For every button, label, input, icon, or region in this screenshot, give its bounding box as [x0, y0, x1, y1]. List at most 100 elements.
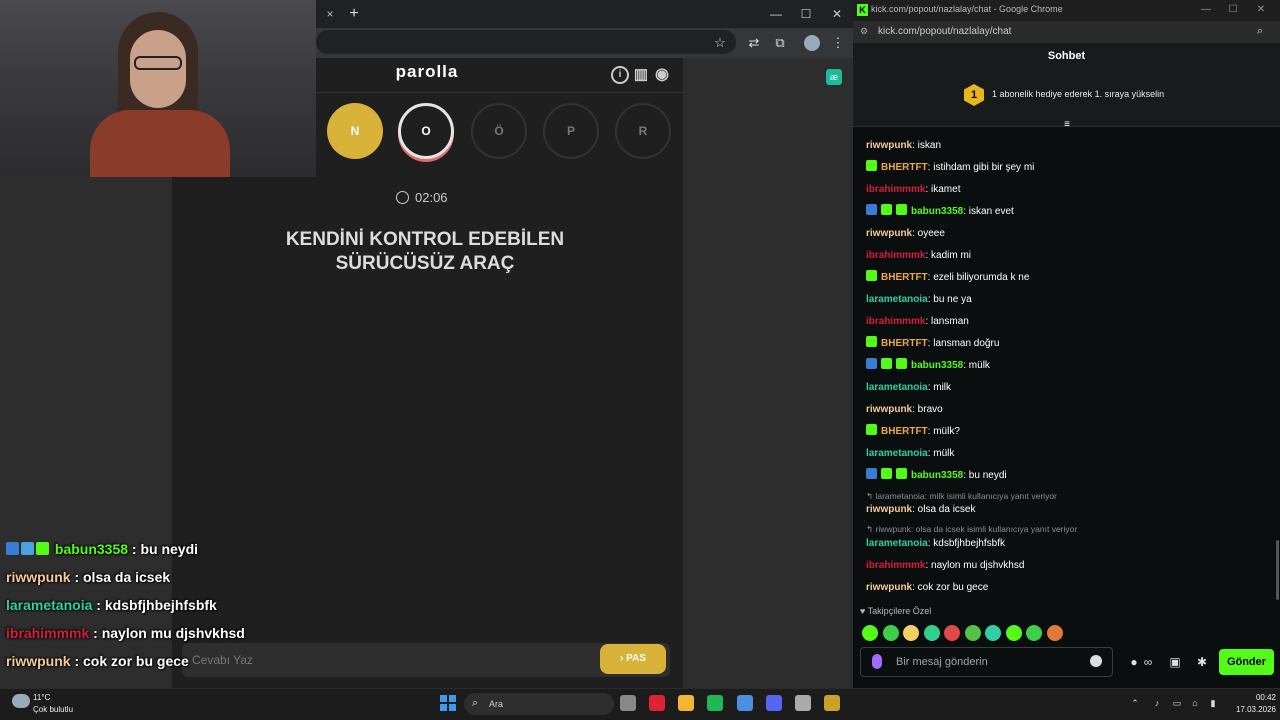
profile-avatar-icon[interactable] — [804, 35, 820, 51]
chat-username[interactable]: ibrahimmmk — [866, 316, 925, 327]
taskbar-search[interactable] — [464, 693, 614, 715]
chat-username[interactable]: larametanoia — [866, 448, 928, 459]
stats-icon[interactable]: ▥ — [632, 66, 650, 84]
microphone-icon[interactable] — [872, 654, 882, 669]
emote-icon[interactable] — [1026, 625, 1042, 641]
taskbar-app-icon[interactable] — [737, 695, 753, 711]
chat-username[interactable]: larametanoia — [866, 294, 928, 305]
emote-icon[interactable] — [882, 625, 899, 641]
chat-settings-icon[interactable]: ✱ — [1194, 654, 1210, 670]
chat-username[interactable]: BHERTFT — [881, 338, 928, 349]
chat-text: : ezeli biliyorumda k ne — [927, 272, 1030, 283]
minimize-button[interactable]: — — [762, 4, 790, 24]
chat-message: larametanoia: mülk — [866, 445, 954, 463]
site-info-icon[interactable]: ⚙ — [860, 26, 872, 38]
chat-username[interactable]: ibrahimmmk — [866, 184, 925, 195]
new-tab-button[interactable]: + — [344, 4, 364, 24]
overlay-username: ibrahimmmk — [6, 625, 90, 641]
info-icon[interactable]: i — [611, 66, 629, 84]
network-tray-icon[interactable]: ⌂ — [1188, 697, 1202, 709]
emoji-picker-icon[interactable] — [1090, 655, 1102, 667]
overlay-text: : naylon mu djshvkhsd — [89, 625, 245, 641]
display-tray-icon[interactable]: ▭ — [1170, 697, 1184, 709]
chat-message: riwwpunk: cok zor bu gece — [866, 579, 988, 597]
start-tile — [440, 695, 447, 702]
collapse-pinned-icon[interactable]: ≡ — [1060, 119, 1074, 131]
chat-username[interactable]: larametanoia — [866, 538, 928, 549]
store-icon[interactable]: ▣ — [1167, 654, 1183, 670]
chat-username[interactable]: riwwpunk — [866, 140, 912, 151]
chat-message: riwwpunk: oyeee — [866, 225, 945, 243]
taskbar-search-label[interactable]: Ara — [489, 699, 503, 709]
pass-button[interactable]: › PAS — [600, 644, 666, 674]
chat-maximize-button[interactable]: ☐ — [1223, 3, 1243, 17]
taskbar-app-icon[interactable] — [824, 695, 840, 711]
taskbar-app-icon[interactable] — [649, 695, 665, 711]
bookmark-star-icon[interactable]: ☆ — [710, 33, 730, 53]
chat-username[interactable]: ibrahimmmk — [866, 250, 925, 261]
address-bar[interactable] — [316, 30, 736, 54]
emote-icon[interactable] — [903, 625, 919, 641]
chat-message: babun3358: bu neydi — [866, 467, 1007, 485]
emote-icon[interactable] — [1005, 625, 1022, 641]
overlay-text: : kdsbfjhbejhfsbfk — [92, 597, 217, 613]
translate-icon[interactable]: ⇄ — [744, 33, 764, 53]
taskbar-app-icon[interactable] — [766, 695, 782, 711]
weather-temperature[interactable]: 11°C — [33, 693, 50, 702]
battery-tray-icon[interactable]: ▮ — [1206, 697, 1220, 709]
browser-menu-icon[interactable]: ⋮ — [828, 33, 848, 53]
emote-icon[interactable] — [923, 625, 940, 641]
profile-icon[interactable]: ◉ — [653, 66, 671, 84]
taskbar-app-icon[interactable] — [678, 695, 694, 711]
chat-url[interactable]: kick.com/popout/nazlalay/chat — [878, 26, 1178, 37]
start-button[interactable] — [440, 695, 456, 711]
chat-username[interactable]: riwwpunk — [866, 404, 912, 415]
chat-username[interactable]: babun3358 — [911, 360, 963, 371]
chat-username[interactable]: babun3358 — [911, 206, 963, 217]
chat-close-button[interactable]: ✕ — [1251, 3, 1271, 17]
kick-logo-icon: K — [857, 4, 868, 16]
maximize-button[interactable]: ☐ — [792, 4, 820, 24]
weather-description[interactable]: Çok bulutlu — [33, 705, 73, 714]
chat-text: : bravo — [912, 404, 943, 415]
chat-badge-icon — [866, 424, 877, 435]
chat-username[interactable]: BHERTFT — [881, 426, 928, 437]
chat-username[interactable]: BHERTFT — [881, 272, 928, 283]
clock-date[interactable]: 17.03.2026 — [1226, 705, 1276, 714]
chat-message-input[interactable] — [896, 653, 1086, 671]
chat-message: babun3358: iskan evet — [866, 203, 1014, 221]
extension-badge-icon[interactable]: æ — [826, 69, 842, 85]
taskbar-app-icon[interactable] — [795, 695, 811, 711]
chat-username[interactable]: babun3358 — [911, 470, 963, 481]
answer-input[interactable] — [192, 648, 592, 672]
tray-chevron-icon[interactable]: ⌃ — [1128, 697, 1142, 709]
link-icon[interactable]: ∞ — [1140, 654, 1156, 670]
send-button[interactable]: Gönder — [1219, 649, 1274, 675]
chat-username[interactable]: riwwpunk — [866, 582, 912, 593]
clock-time[interactable]: 00:42 — [1236, 693, 1276, 702]
taskbar-app-icon[interactable] — [620, 695, 636, 711]
overlay-username: babun3358 — [54, 541, 129, 557]
weather-icon[interactable] — [12, 694, 30, 708]
overlay-chat-line: babun3358 : bu neydi — [6, 541, 198, 565]
mic-tray-icon[interactable]: ♪ — [1150, 697, 1164, 709]
chat-minimize-button[interactable]: — — [1196, 3, 1216, 17]
zoom-icon[interactable]: ⌕ — [1257, 25, 1271, 39]
chat-username[interactable]: riwwpunk — [866, 228, 912, 239]
chat-username[interactable]: BHERTFT — [881, 162, 928, 173]
emote-icon[interactable] — [1046, 625, 1063, 641]
tab-close-icon[interactable]: × — [318, 6, 342, 22]
chat-badge-icon — [866, 358, 877, 369]
emote-icon[interactable] — [985, 625, 1001, 641]
close-button[interactable]: ✕ — [823, 4, 851, 24]
badge-icon — [21, 542, 34, 555]
chat-username[interactable]: larametanoia — [866, 382, 928, 393]
emote-icon[interactable] — [862, 625, 878, 641]
chat-scrollbar[interactable] — [1276, 540, 1279, 600]
taskbar-app-icon[interactable] — [707, 695, 723, 711]
emote-icon[interactable] — [964, 625, 981, 641]
chat-username[interactable]: riwwpunk — [866, 504, 912, 515]
emote-icon[interactable] — [944, 625, 960, 641]
chat-username[interactable]: ibrahimmmk — [866, 560, 925, 571]
extensions-icon[interactable]: ⧉ — [770, 33, 790, 53]
